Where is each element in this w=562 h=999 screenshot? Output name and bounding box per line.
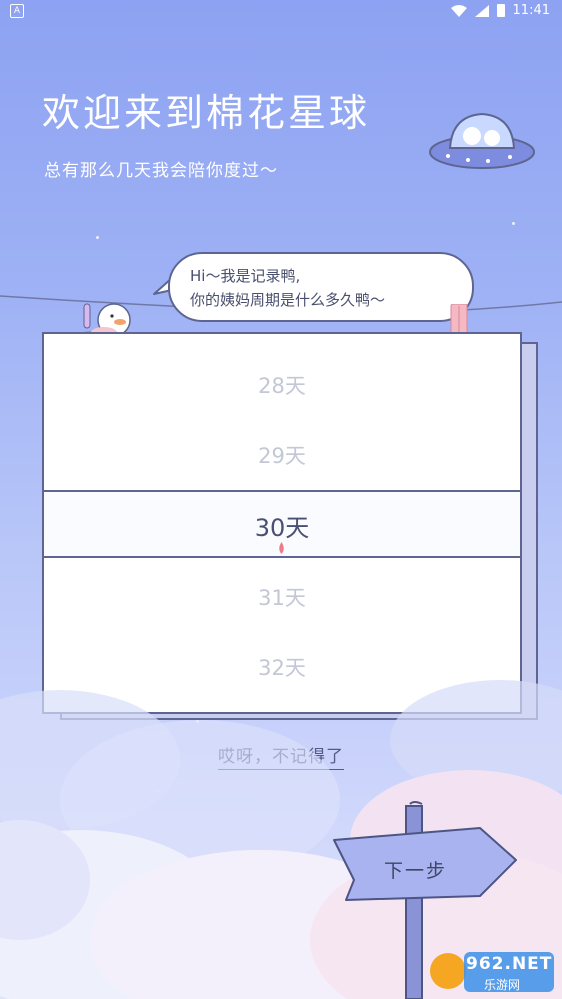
page-subtitle: 总有那么几天我会陪你度过～ xyxy=(44,161,278,181)
status-time: 11:41 xyxy=(512,3,550,18)
speech-bubble: Hi～我是记录鸭, 你的姨妈周期是什么多久鸭～ xyxy=(168,252,474,322)
bubble-line-2: 你的姨妈周期是什么多久鸭～ xyxy=(190,291,386,309)
star-decoration xyxy=(512,222,515,225)
bubble-line-1: Hi～我是记录鸭, xyxy=(190,267,301,285)
signal-icon xyxy=(474,4,489,17)
picker-option-selected[interactable]: 30天 xyxy=(44,508,520,543)
ufo-illustration xyxy=(429,112,535,169)
star-decoration xyxy=(96,236,99,239)
next-button[interactable]: 下一步 xyxy=(384,856,447,883)
drop-icon xyxy=(279,542,284,554)
app-indicator-icon: A xyxy=(10,4,24,18)
picker-option[interactable]: 28天 xyxy=(44,370,520,400)
wifi-icon xyxy=(450,4,467,17)
picker-option[interactable]: 31天 xyxy=(44,582,520,612)
watermark-sub: 乐游网 xyxy=(484,978,521,992)
battery-icon xyxy=(496,4,505,17)
page-title: 欢迎来到棉花星球 xyxy=(42,91,371,135)
watermark-brand: 962.NET xyxy=(466,954,553,974)
status-bar: A 11:41 xyxy=(0,0,562,24)
picker-option[interactable]: 29天 xyxy=(44,440,520,470)
